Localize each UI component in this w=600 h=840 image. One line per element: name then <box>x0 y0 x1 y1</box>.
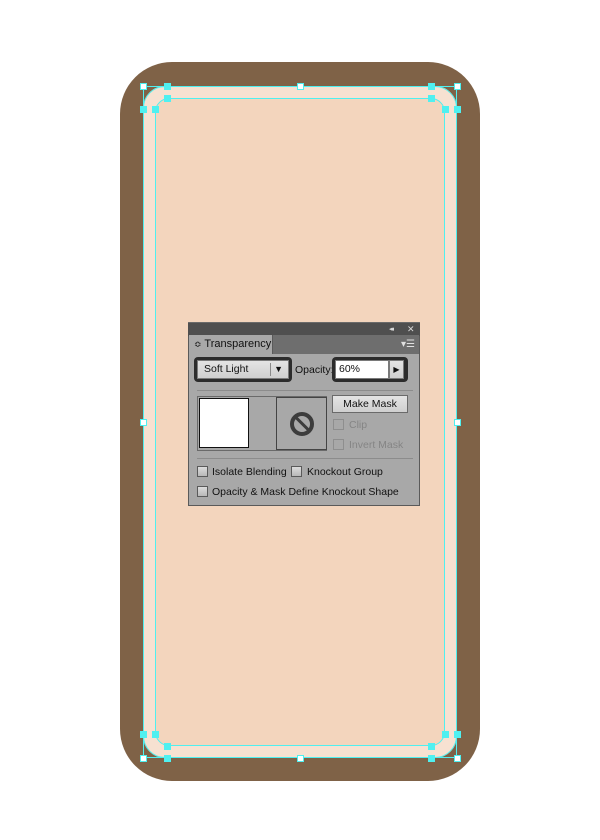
bbox-handle-top-middle[interactable] <box>297 83 304 90</box>
opacity-slider-toggle[interactable]: ▶ <box>389 360 404 379</box>
anchor-point[interactable] <box>164 743 171 750</box>
clip-checkbox[interactable] <box>333 419 344 430</box>
make-mask-button[interactable]: Make Mask <box>332 395 408 413</box>
bbox-handle-middle-left[interactable] <box>140 419 147 426</box>
opacity-label: Opacity: <box>295 364 334 376</box>
isolate-blending-label: Isolate Blending <box>212 466 287 478</box>
anchor-point[interactable] <box>164 83 171 90</box>
artwork-thumbnail[interactable] <box>199 398 249 448</box>
anchor-point[interactable] <box>152 106 159 113</box>
invert-mask-checkbox[interactable] <box>333 439 344 450</box>
blend-mode-value: Soft Light <box>204 363 249 375</box>
opacity-input[interactable]: 60% <box>335 360 389 379</box>
anchor-point[interactable] <box>164 95 171 102</box>
chevron-down-icon: ▼ <box>274 364 283 374</box>
invert-mask-label: Invert Mask <box>349 439 404 451</box>
panel-divider <box>197 390 413 391</box>
anchor-point[interactable] <box>454 106 461 113</box>
tab-label: Transparency <box>204 338 272 350</box>
bbox-handle-top-left[interactable] <box>140 83 147 90</box>
define-knockout-shape-checkbox[interactable] <box>197 486 208 497</box>
bbox-handle-middle-right[interactable] <box>454 419 461 426</box>
panel-tab-bar: ≎ Transparency ▾☰ <box>189 335 419 354</box>
thumbnails-area <box>197 396 327 451</box>
anchor-point[interactable] <box>442 106 449 113</box>
panel-divider <box>197 458 413 459</box>
anchor-point[interactable] <box>428 743 435 750</box>
panel-titlebar[interactable]: ◂◂ ✕ <box>188 322 420 336</box>
triangle-right-icon: ▶ <box>393 365 400 374</box>
anchor-point[interactable] <box>428 83 435 90</box>
artboard: ◂◂ ✕ ≎ Transparency ▾☰ Soft Light ▼ Opac… <box>0 0 600 840</box>
tab-transparency[interactable]: ≎ Transparency <box>189 335 273 354</box>
anchor-point[interactable] <box>428 95 435 102</box>
knockout-group-label: Knockout Group <box>307 466 383 478</box>
define-knockout-shape-label: Opacity & Mask Define Knockout Shape <box>212 486 399 498</box>
anchor-point[interactable] <box>152 731 159 738</box>
isolate-blending-checkbox[interactable] <box>197 466 208 477</box>
anchor-point[interactable] <box>428 755 435 762</box>
anchor-point[interactable] <box>140 106 147 113</box>
anchor-point[interactable] <box>140 731 147 738</box>
bbox-handle-bottom-middle[interactable] <box>297 755 304 762</box>
mask-thumbnail[interactable] <box>276 397 327 450</box>
bbox-handle-top-right[interactable] <box>454 83 461 90</box>
anchor-point[interactable] <box>454 731 461 738</box>
opacity-highlight: 60% ▶ <box>332 357 408 382</box>
transparency-panel: ◂◂ ✕ ≎ Transparency ▾☰ Soft Light ▼ Opac… <box>188 322 420 506</box>
bbox-handle-bottom-right[interactable] <box>454 755 461 762</box>
bbox-handle-bottom-left[interactable] <box>140 755 147 762</box>
anchor-point[interactable] <box>164 755 171 762</box>
panel-menu-icon[interactable]: ▾☰ <box>401 335 415 354</box>
updown-arrows-icon: ≎ <box>194 339 202 349</box>
clip-label: Clip <box>349 419 368 431</box>
no-mask-icon <box>290 412 314 436</box>
anchor-point[interactable] <box>442 731 449 738</box>
blend-mode-highlight: Soft Light ▼ <box>194 357 292 382</box>
blend-mode-dropdown[interactable]: Soft Light ▼ <box>197 360 289 379</box>
dropdown-separator <box>270 363 271 376</box>
knockout-group-checkbox[interactable] <box>291 466 302 477</box>
